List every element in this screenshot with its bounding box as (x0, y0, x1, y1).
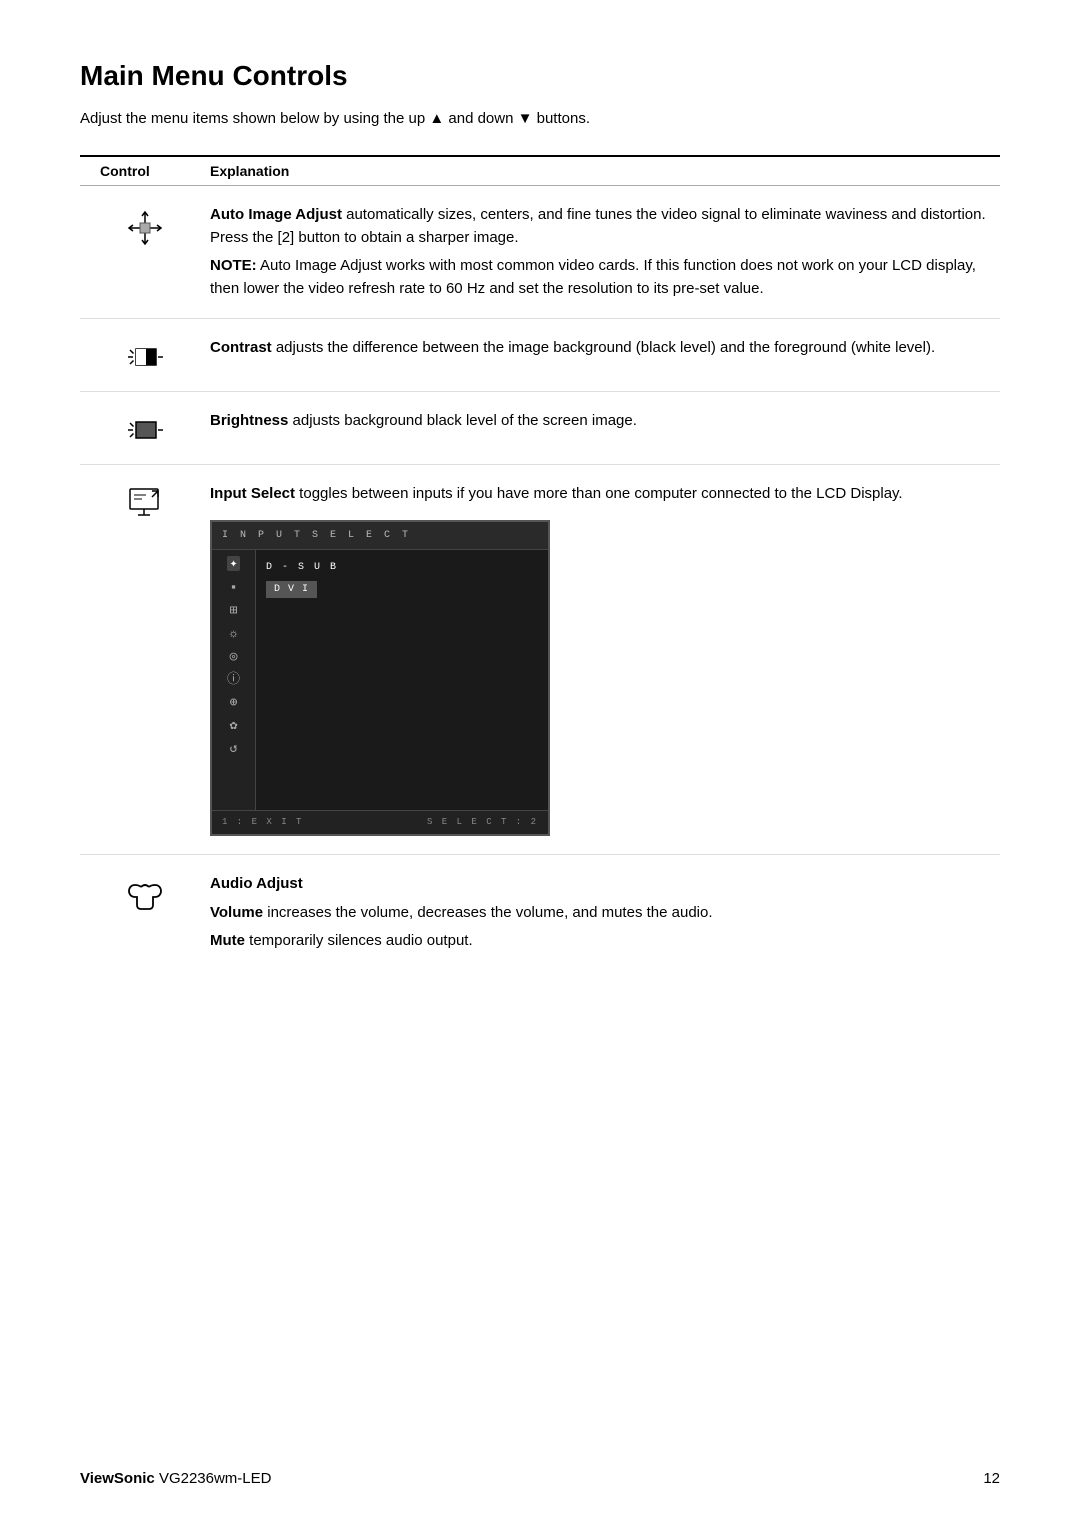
auto-adjust-icon (125, 208, 165, 248)
osd-menu-item-dvi: D V I (266, 581, 317, 598)
icon-col (80, 483, 210, 521)
input-select-text: Input Select toggles between inputs if y… (210, 483, 1000, 836)
footer-page-number: 12 (983, 1470, 1000, 1487)
osd-icon-info: ◎ (230, 650, 238, 663)
osd-icon-input: ⊞ (230, 604, 238, 617)
footer-model: VG2236wm-LED (159, 1470, 272, 1487)
page-title: Main Menu Controls (80, 60, 1000, 92)
osd-icon-reset: ↺ (230, 742, 238, 755)
osd-content: D - S U B D V I (256, 550, 548, 810)
page-footer: ViewSonic VG2236wm-LED 12 (80, 1470, 1000, 1487)
intro-text: Adjust the menu items shown below by usi… (80, 110, 1000, 127)
brightness-text: Brightness adjusts background black leve… (210, 410, 1000, 433)
osd-icon-setup: ⊕ (230, 696, 238, 709)
auto-adjust-text: Auto Image Adjust automatically sizes, c… (210, 204, 1000, 300)
audio-adjust-icon (125, 877, 165, 917)
footer-brand: ViewSonic VG2236wm-LED (80, 1470, 271, 1487)
icon-col (80, 204, 210, 248)
osd-icon-contrast: ▪ (230, 581, 238, 594)
table-row: Auto Image Adjust automatically sizes, c… (80, 186, 1000, 319)
table-row: Input Select toggles between inputs if y… (80, 465, 1000, 855)
icon-col (80, 873, 210, 917)
table-row: Brightness adjusts background black leve… (80, 392, 1000, 465)
contrast-text: Contrast adjusts the difference between … (210, 337, 1000, 360)
table-header: Control Explanation (80, 155, 1000, 186)
osd-icons-col: ✦ ▪ ⊞ ☼ ◎ ⓘ ⊕ ✿ ↺ (212, 550, 256, 810)
audio-adjust-text: Audio Adjust Volume increases the volume… (210, 873, 1000, 953)
input-select-icon (126, 487, 164, 521)
brightness-icon (126, 414, 164, 446)
osd-select-label: S E L E C T : 2 (427, 816, 538, 830)
contrast-icon (126, 341, 164, 373)
col-header-explanation: Explanation (210, 163, 289, 179)
osd-icon-color: ☼ (230, 627, 238, 640)
osd-screen: I N P U T S E L E C T ✦ ▪ ⊞ ☼ ◎ ⓘ ⊕ ✿ ↺ … (210, 520, 550, 837)
osd-icon-osd: ⓘ (227, 673, 240, 686)
table-row: Contrast adjusts the difference between … (80, 319, 1000, 392)
osd-footer: 1 : E X I T S E L E C T : 2 (212, 810, 548, 835)
osd-exit-label: 1 : E X I T (222, 816, 303, 830)
col-header-control: Control (80, 163, 210, 179)
table-row: Audio Adjust Volume increases the volume… (80, 855, 1000, 971)
osd-icon-gear: ✿ (230, 719, 238, 732)
osd-body: ✦ ▪ ⊞ ☼ ◎ ⓘ ⊕ ✿ ↺ D - S U B D V I (212, 550, 548, 810)
osd-menu-item-dsub: D - S U B (266, 560, 538, 575)
icon-col (80, 337, 210, 373)
osd-icon-auto: ✦ (227, 556, 241, 571)
icon-col (80, 410, 210, 446)
osd-title: I N P U T S E L E C T (212, 522, 548, 550)
